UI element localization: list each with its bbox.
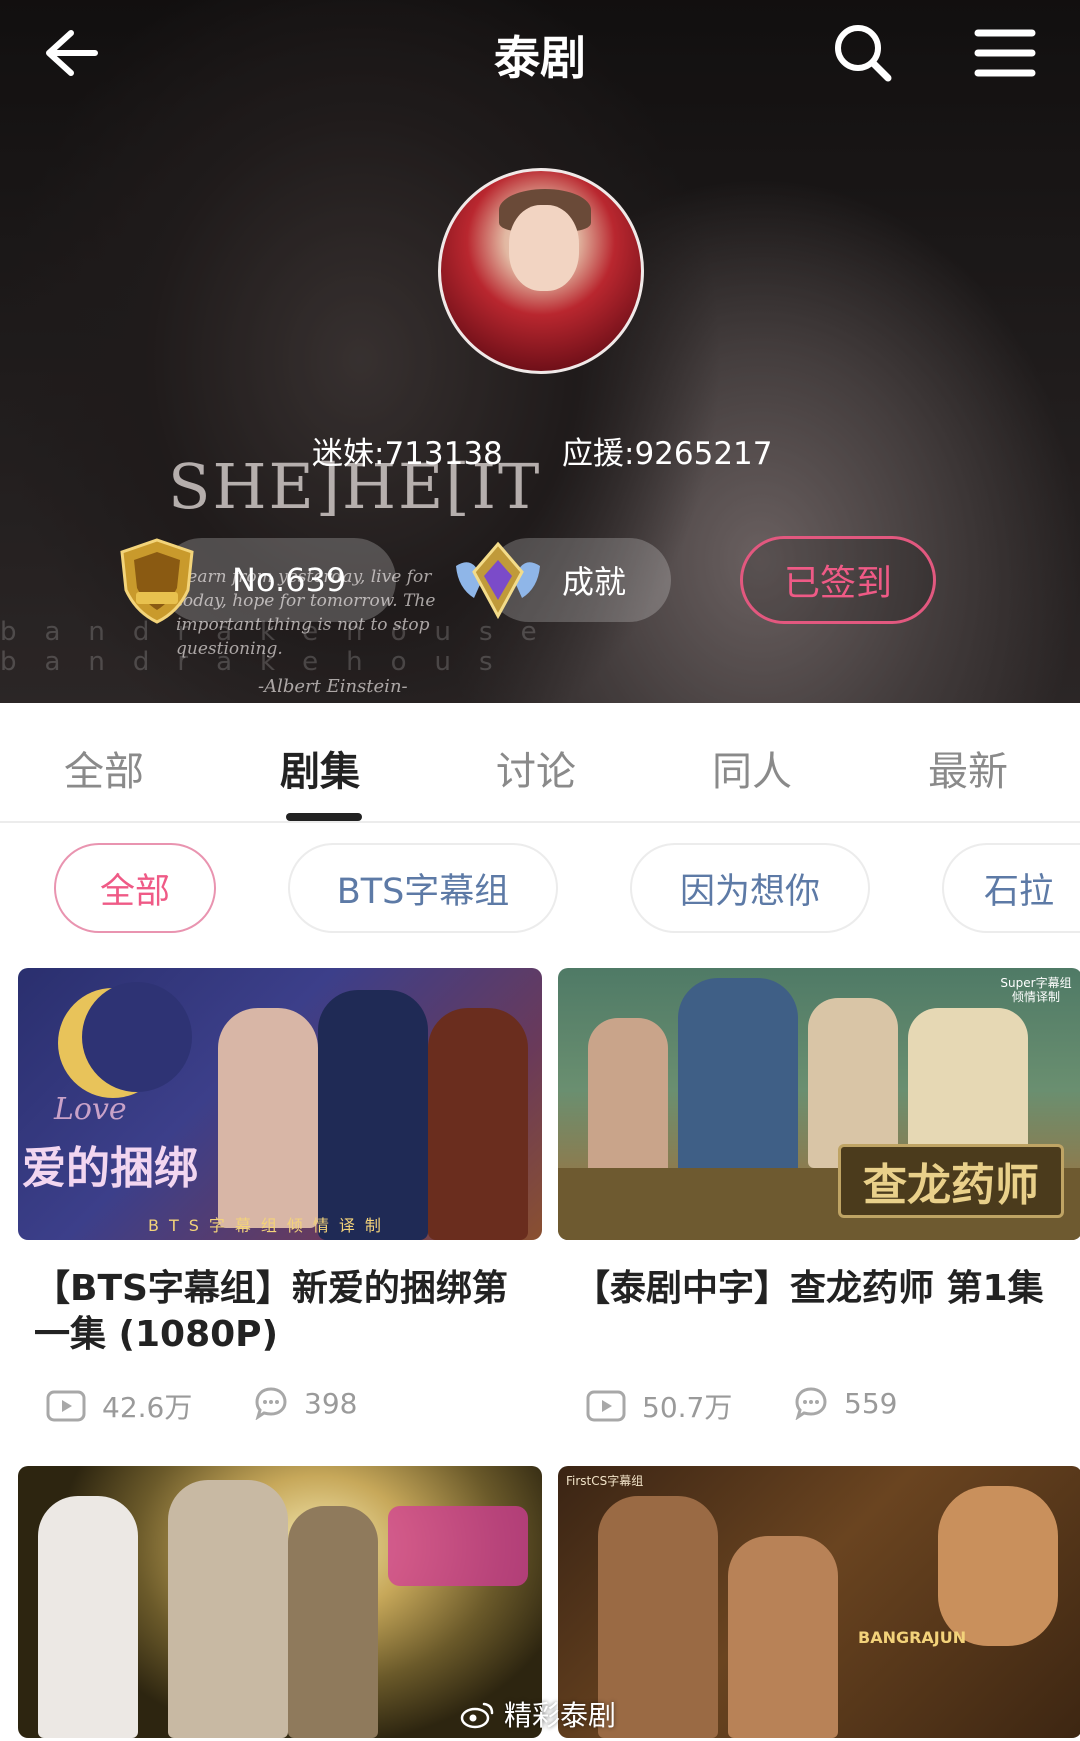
view-count-text: 50.7万 — [642, 1391, 733, 1424]
active-tab-indicator — [286, 813, 362, 821]
weibo-icon — [460, 1702, 494, 1729]
person-shape — [588, 1018, 668, 1178]
comment-icon — [255, 1387, 287, 1420]
avatar-face — [509, 205, 579, 291]
thumb-title-text: 查龙药师 — [838, 1144, 1064, 1218]
video-thumbnail[interactable]: FirstCS字幕组 BANGRAJUN — [558, 1466, 1080, 1738]
tab-discussion[interactable]: 讨论 — [496, 739, 576, 797]
person-shape — [168, 1480, 288, 1738]
play-icon — [46, 1390, 86, 1422]
view-count: 50.7万 — [586, 1386, 732, 1426]
achievement-label: 成就 — [562, 563, 627, 601]
hero-banner: SHE]HE[IT Learn from yesterday, live for… — [0, 0, 1080, 703]
search-icon — [835, 25, 892, 82]
weibo-watermark-text: 精彩泰剧 — [504, 1699, 617, 1732]
page: SHE]HE[IT Learn from yesterday, live for… — [0, 0, 1080, 1741]
thumb-sub-text: BTS字幕组倾情译制 — [148, 1216, 391, 1235]
top-bar: 泰剧 — [0, 0, 1080, 104]
play-icon — [586, 1390, 626, 1422]
comment-count: 398 — [254, 1386, 357, 1420]
weibo-watermark: 精彩泰剧 — [460, 1694, 616, 1734]
comment-count: 559 — [794, 1386, 897, 1420]
view-count-text: 42.6万 — [102, 1391, 193, 1424]
video-thumbnail[interactable]: Love 爱的捆绑 BTS字幕组倾情译制 — [18, 968, 542, 1240]
search-button[interactable] — [828, 18, 898, 88]
menu-icon — [974, 29, 1036, 77]
person-shape — [218, 1008, 318, 1228]
thumb-title-text: 爱的捆绑 — [22, 1143, 198, 1194]
person-shape — [318, 990, 428, 1240]
tab-bar: 全部 剧集 讨论 同人 最新 — [0, 703, 1080, 823]
achievement-badge-icon — [456, 541, 540, 620]
chip-all[interactable]: 全部 — [54, 843, 216, 933]
video-card[interactable]: Love 爱的捆绑 BTS字幕组倾情译制 【BTS字幕组】新爱的捆绑第一集 (1… — [18, 968, 542, 1438]
page-title: 泰剧 — [494, 31, 586, 85]
chip-because-of-you[interactable]: 因为想你 — [630, 843, 870, 933]
thumb-title-text: BANGRAJUN — [858, 1628, 967, 1647]
thumb-logo-text: Love — [54, 1092, 127, 1127]
avatar[interactable] — [438, 168, 644, 374]
menu-button[interactable] — [970, 18, 1040, 88]
thumb-logo-shape — [388, 1506, 528, 1586]
fans-count: 迷妹:713138 — [312, 436, 503, 472]
quote-author: -Albert Einstein- — [258, 676, 408, 697]
person-shape — [428, 1008, 528, 1240]
video-title[interactable]: 【BTS字幕组】新爱的捆绑第一集 (1080P) — [34, 1266, 534, 1358]
person-shape — [728, 1536, 838, 1738]
rank-label: No.639 — [232, 561, 347, 599]
comment-icon — [795, 1387, 827, 1420]
video-card[interactable]: 查龙药师 Super字幕组 倾情译制 【泰剧中字】查龙药师 第1集 50.7万 … — [558, 968, 1080, 1438]
tab-latest[interactable]: 最新 — [928, 739, 1008, 797]
person-shape — [938, 1486, 1058, 1646]
filter-chips: 全部 BTS字幕组 因为想你 石拉 — [0, 823, 1080, 963]
signed-in-button[interactable]: 已签到 — [740, 536, 936, 624]
hero-watermark: bandrakehouse bandrakehous — [0, 617, 565, 677]
tab-all[interactable]: 全部 — [64, 739, 144, 797]
person-shape — [808, 998, 898, 1168]
person-shape — [38, 1496, 138, 1738]
video-title[interactable]: 【泰剧中字】查龙药师 第1集 — [574, 1266, 1074, 1312]
chip-stone[interactable]: 石拉 — [942, 843, 1080, 933]
comment-count-text: 398 — [304, 1386, 358, 1420]
tab-episodes[interactable]: 剧集 — [280, 739, 360, 797]
video-card[interactable]: FirstCS字幕组 BANGRAJUN — [558, 1466, 1080, 1741]
rank-shield-icon — [120, 538, 194, 624]
moon-shadow — [82, 982, 192, 1092]
video-thumbnail[interactable]: 查龙药师 Super字幕组 倾情译制 — [558, 968, 1080, 1240]
support-count: 应援:9265217 — [562, 436, 773, 472]
view-count: 42.6万 — [46, 1386, 192, 1426]
thumb-corner-text: FirstCS字幕组 — [566, 1474, 644, 1488]
tab-fanworks[interactable]: 同人 — [712, 739, 792, 797]
thumb-badge-text: Super字幕组 倾情译制 — [1000, 976, 1072, 1004]
person-shape — [288, 1506, 378, 1738]
chip-bts[interactable]: BTS字幕组 — [288, 843, 558, 933]
comment-count-text: 559 — [844, 1386, 898, 1420]
